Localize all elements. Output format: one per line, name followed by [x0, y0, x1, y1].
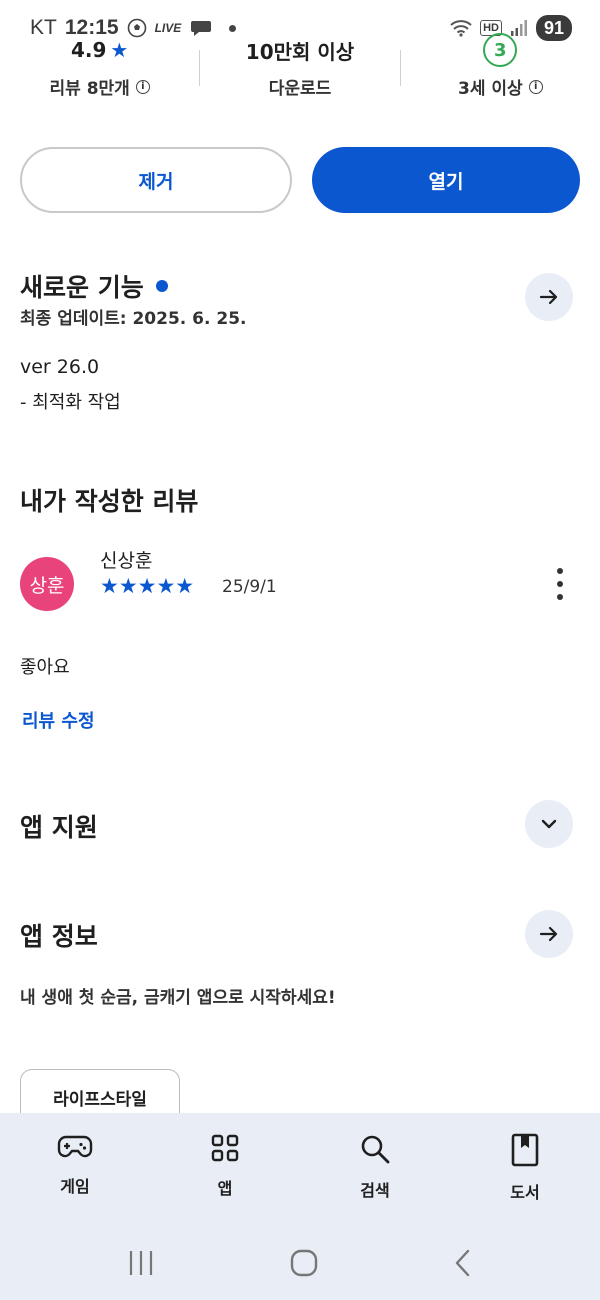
system-navigation-bar [0, 1225, 600, 1300]
content-rating-stat[interactable]: 3 3세 이상 i [401, 30, 600, 110]
nav-label-apps: 앱 [217, 1179, 233, 1198]
more-options-icon[interactable] [552, 568, 568, 600]
age-rating-badge: 3 [483, 33, 518, 67]
app-description: 내 생애 첫 순금, 금캐기 앱으로 시작하세요! [20, 988, 336, 1008]
nav-label-games: 게임 [60, 1177, 90, 1196]
nav-item-apps[interactable]: 앱 [150, 1113, 300, 1225]
whats-new-header[interactable]: 새로운 기능 [20, 268, 168, 304]
info-icon: i [135, 79, 150, 94]
rating-value: 4.9 [70, 38, 107, 62]
my-review-title: 내가 작성한 리뷰 [20, 487, 199, 516]
review-stars: ★★★★★ [100, 574, 195, 598]
chevron-down-icon [541, 819, 557, 829]
search-icon [361, 1135, 390, 1164]
my-review-header: 내가 작성한 리뷰 [20, 482, 198, 518]
rating-stat[interactable]: 4.9 ★ 리뷰 8만개 i [0, 30, 199, 110]
nav-item-search[interactable]: 검색 [300, 1113, 450, 1225]
info-icon: i [528, 79, 543, 94]
home-icon[interactable] [289, 1248, 319, 1278]
book-icon [511, 1133, 539, 1167]
app-info-header[interactable]: 앱 정보 [20, 917, 98, 953]
whats-new-title: 새로운 기능 [20, 273, 144, 302]
back-icon[interactable] [452, 1248, 474, 1278]
nav-item-games[interactable]: 게임 [0, 1113, 150, 1225]
age-label: 3세 이상 [457, 79, 523, 99]
downloads-stat: 10만회 이상 다운로드 [200, 30, 399, 110]
app-support-header[interactable]: 앱 지원 [20, 808, 98, 844]
open-button[interactable]: 열기 [312, 147, 580, 213]
downloads-value: 10만회 이상 [245, 39, 355, 64]
star-icon: ★ [110, 38, 129, 62]
version-text: ver 26.0 [20, 356, 100, 378]
new-indicator-dot [155, 280, 168, 292]
last-updated: 최종 업데이트: 2025. 6. 25. [20, 309, 247, 329]
bottom-navigation: 게임 앱 검색 도서 [0, 1113, 600, 1225]
whats-new-arrow-button[interactable] [525, 273, 573, 321]
review-body: 좋아요 [20, 657, 70, 678]
nav-label-books: 도서 [510, 1183, 540, 1202]
nav-item-books[interactable]: 도서 [450, 1113, 600, 1225]
arrow-right-icon [539, 926, 558, 942]
app-support-title: 앱 지원 [20, 813, 98, 842]
gamepad-icon [57, 1135, 93, 1158]
action-buttons: 제거 열기 [20, 147, 580, 213]
app-support-expand-button[interactable] [525, 800, 573, 848]
rating-label: 리뷰 8만개 [49, 79, 130, 99]
app-stats-row: 4.9 ★ 리뷰 8만개 i 10만회 이상 다운로드 3 3세 이상 i [0, 30, 600, 110]
arrow-right-icon [539, 289, 558, 305]
recents-icon[interactable] [126, 1249, 156, 1277]
avatar: 상훈 [20, 557, 74, 611]
app-info-title: 앱 정보 [20, 922, 98, 951]
edit-review-link[interactable]: 리뷰 수정 [22, 707, 95, 733]
downloads-label: 다운로드 [268, 79, 332, 99]
nav-label-search: 검색 [360, 1181, 390, 1200]
uninstall-button[interactable]: 제거 [20, 147, 292, 213]
reviewer-name: 신상훈 [100, 550, 153, 572]
apps-grid-icon [211, 1134, 239, 1162]
release-note: - 최적화 작업 [20, 392, 121, 413]
review-date: 25/9/1 [222, 577, 277, 597]
app-info-arrow-button[interactable] [525, 910, 573, 958]
